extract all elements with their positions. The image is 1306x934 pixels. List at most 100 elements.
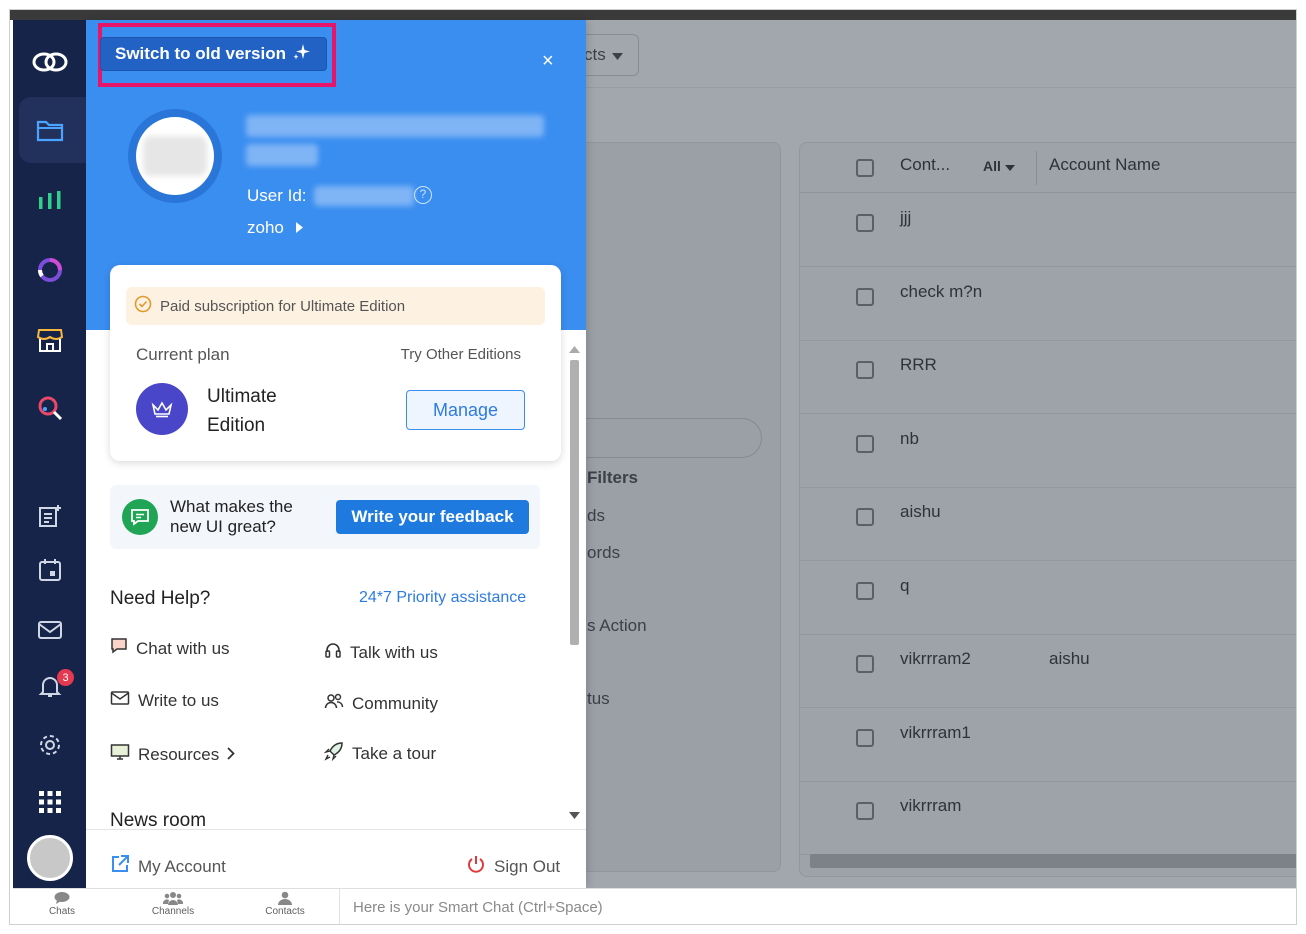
column-contact[interactable]: Cont... (900, 155, 950, 175)
row-checkbox[interactable] (856, 655, 874, 673)
search-icon[interactable] (13, 388, 86, 428)
row-checkbox[interactable] (856, 434, 874, 453)
ring-chart-icon[interactable] (13, 250, 86, 290)
contact-name-cell[interactable]: q (900, 576, 909, 596)
select-all-checkbox[interactable] (856, 159, 874, 177)
chat-icon (110, 637, 128, 660)
channels-tab[interactable]: Channels (138, 891, 208, 917)
bottom-bar: Chats Channels Contacts Here is your Sma… (13, 888, 1296, 924)
account-name-cell[interactable]: aishu (1049, 649, 1090, 669)
notes-add-icon[interactable] (13, 496, 86, 536)
external-link-icon (110, 854, 130, 879)
profile-avatar[interactable] (128, 109, 222, 203)
feedback-card: What makes the new UI great? Write your … (110, 485, 540, 549)
filters-heading: Filters (587, 468, 639, 487)
avatar-blurred-photo (143, 136, 207, 176)
table-row[interactable]: RRR (800, 341, 1296, 414)
contact-name-cell[interactable]: vikrrram (900, 796, 961, 816)
try-other-editions-link[interactable]: Try Other Editions (401, 346, 521, 363)
panel-vertical-scrollbar[interactable] (566, 342, 584, 827)
org-switcher[interactable]: zoho (247, 218, 303, 238)
smart-chat-input[interactable]: Here is your Smart Chat (Ctrl+Space) (353, 899, 603, 916)
contact-name-cell[interactable]: jjj (900, 208, 911, 228)
store-icon[interactable] (13, 320, 86, 360)
talk-with-us-link[interactable]: Talk with us (324, 641, 438, 664)
row-checkbox[interactable] (856, 214, 874, 232)
chats-label: Chats (48, 906, 76, 917)
contacts-tab[interactable]: Contacts (250, 891, 320, 917)
edition-name: Ultimate Edition (207, 386, 277, 436)
horizontal-scrollbar[interactable] (810, 854, 1296, 868)
row-checkbox[interactable] (856, 287, 874, 306)
view-dropdown-label: cts (584, 45, 606, 64)
contacts-icon (278, 891, 292, 905)
write-feedback-button[interactable]: Write your feedback (336, 500, 529, 534)
need-help-heading: Need Help? (110, 588, 211, 609)
paid-subscription-banner: Paid subscription for Ultimate Edition (126, 287, 545, 325)
user-id-redacted (314, 186, 414, 206)
scroll-up-arrow-icon[interactable] (569, 345, 580, 353)
switch-to-old-version-button[interactable]: Switch to old version (100, 37, 327, 71)
org-name: zoho (247, 218, 284, 237)
channels-icon (163, 892, 183, 905)
chat-with-us-link[interactable]: Chat with us (110, 637, 230, 660)
contact-name-cell[interactable]: aishu (900, 502, 941, 522)
resources-label: Resources (138, 744, 220, 764)
sign-out-link[interactable]: Sign Out (466, 854, 560, 879)
column-filter-all[interactable]: All (983, 158, 1015, 174)
user-avatar[interactable] (27, 835, 73, 881)
channels-label: Channels (151, 906, 195, 917)
contact-name-cell[interactable]: nb (900, 429, 919, 449)
analytics-icon[interactable] (13, 180, 86, 220)
scroll-down-arrow-icon[interactable] (569, 812, 580, 820)
zoho-logo-icon[interactable] (13, 42, 86, 82)
priority-assistance-link[interactable]: 24*7 Priority assistance (359, 589, 526, 607)
community-link[interactable]: Community (324, 692, 438, 715)
table-row[interactable]: vikrrram1 (800, 709, 1296, 782)
apps-grid-icon[interactable] (13, 782, 86, 822)
table-row[interactable]: q (800, 562, 1296, 635)
contact-name-cell[interactable]: vikrrram2 (900, 649, 971, 669)
scrollbar-thumb[interactable] (570, 360, 579, 645)
table-row[interactable]: vikrrram2 aishu (800, 635, 1296, 708)
contact-name-cell[interactable]: check m?n (900, 282, 982, 302)
contact-name-cell[interactable]: RRR (900, 355, 937, 375)
contact-name-cell[interactable]: vikrrram1 (900, 723, 971, 743)
folder-icon[interactable] (13, 110, 86, 150)
my-account-link[interactable]: My Account (110, 854, 226, 879)
row-checkbox[interactable] (856, 581, 874, 600)
notifications-bell-icon[interactable]: 3 (13, 666, 86, 706)
gear-icon[interactable] (13, 725, 86, 765)
resources-link[interactable]: Resources (110, 743, 236, 766)
take-a-tour-link[interactable]: Take a tour (323, 741, 436, 766)
row-checkbox[interactable] (856, 728, 874, 747)
chats-tab[interactable]: Chats (27, 891, 97, 917)
close-icon[interactable]: × (542, 50, 554, 73)
help-circle-icon[interactable]: ? (414, 186, 432, 204)
filter-item[interactable]: ords (587, 543, 620, 563)
row-checkbox[interactable] (856, 802, 874, 820)
row-checkbox[interactable] (856, 508, 874, 526)
row-checkbox[interactable] (856, 361, 874, 379)
my-account-label: My Account (138, 856, 226, 876)
filter-item[interactable]: s Action (587, 616, 647, 636)
table-row[interactable]: check m?n (800, 268, 1296, 341)
table-row[interactable]: jjj (800, 194, 1296, 267)
filter-item[interactable]: tus (587, 689, 610, 709)
user-name-redacted-line2 (246, 144, 318, 166)
filter-search-input[interactable] (557, 418, 762, 458)
user-id-label: User Id: (247, 186, 307, 205)
chat-with-us-label: Chat with us (136, 638, 230, 658)
people-icon (324, 692, 344, 715)
table-row[interactable]: nb (800, 415, 1296, 488)
table-row[interactable]: vikrrram (800, 782, 1296, 855)
write-to-us-link[interactable]: Write to us (110, 690, 219, 711)
column-account-name[interactable]: Account Name (1049, 155, 1161, 175)
caret-right-icon (295, 218, 303, 238)
calendar-icon[interactable] (13, 550, 86, 590)
manage-button[interactable]: Manage (406, 390, 525, 430)
switch-label: Switch to old version (115, 44, 286, 63)
filter-item[interactable]: ds (587, 506, 605, 526)
table-row[interactable]: aishu (800, 488, 1296, 561)
mail-icon[interactable] (13, 610, 86, 650)
